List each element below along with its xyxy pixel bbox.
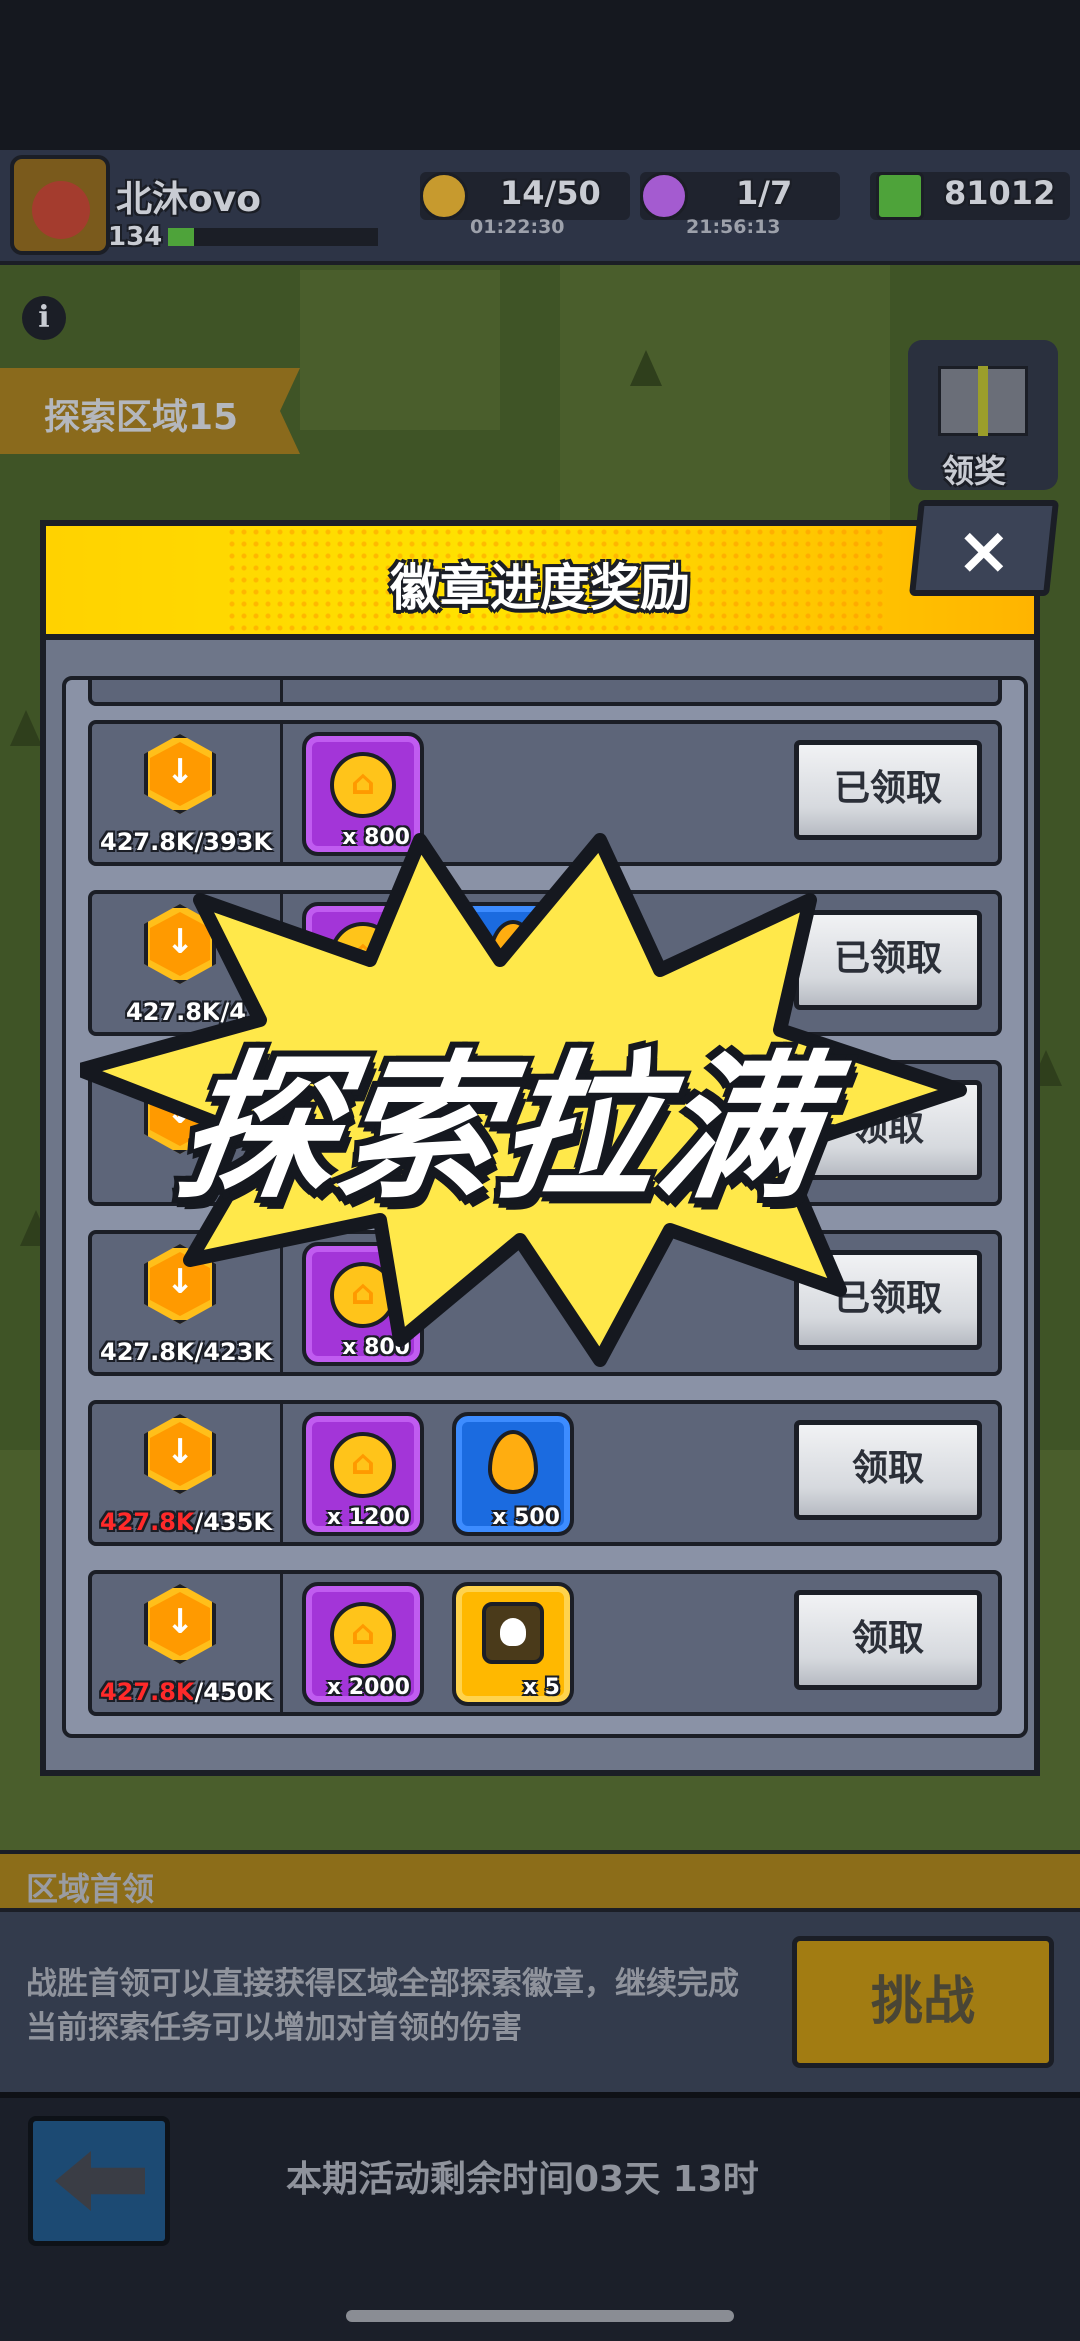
player-avatar[interactable]	[10, 155, 110, 255]
event-remaining-time: 本期活动剩余时间03天 13时	[286, 2159, 759, 2200]
dialog-title: 徽章进度奖励	[390, 559, 690, 617]
reward-item[interactable]: ⌂ x 2000	[302, 1582, 424, 1706]
back-button[interactable]	[28, 2116, 170, 2246]
reward-item[interactable]: x 500	[452, 1412, 574, 1536]
claim-button[interactable]: 领取	[794, 1420, 982, 1520]
reward-item[interactable]: ⌂ x 1200	[302, 1412, 424, 1536]
coin-icon: ⌂	[330, 1432, 396, 1498]
progress-current: 427.8K	[100, 1508, 195, 1536]
player-level: 134	[108, 222, 163, 252]
potion-timer: 21:56:13	[686, 216, 781, 238]
reward-row: ↓ 427.8K/450K ⌂ x 2000 x 5 领取	[88, 1570, 1002, 1716]
drop-icon	[488, 1430, 538, 1494]
coin-icon: ⌂	[330, 752, 396, 818]
gift-label: 领奖	[942, 452, 1007, 490]
overlay-banner-text: 探索拉满	[167, 1037, 833, 1221]
reward-quantity: x 2000	[326, 1675, 410, 1700]
level-progress-bar	[168, 228, 378, 246]
close-button[interactable]: ×	[908, 500, 1060, 596]
reward-quantity: x 1200	[326, 1505, 410, 1530]
close-icon: ×	[956, 512, 1012, 589]
progress-target: /450K	[194, 1678, 272, 1706]
first-leader-title: 区域首领	[26, 1870, 155, 1908]
first-leader-description: 战胜首领可以直接获得区域全部探索徽章，继续完成当前探索任务可以增加对首领的伤害	[26, 1966, 739, 2046]
coin-icon: ⌂	[330, 1602, 396, 1668]
reward-quantity: x 500	[492, 1505, 560, 1530]
dialog-header: 徽章进度奖励	[46, 526, 1034, 640]
area-tag: 探索区域15	[0, 368, 300, 454]
challenge-button[interactable]: 挑战	[792, 1936, 1054, 2068]
potion-icon	[640, 172, 688, 220]
energy-value: 14/50	[500, 174, 601, 212]
area-label: 探索区域15	[44, 397, 239, 438]
energy-icon	[420, 172, 468, 220]
badge-progress: 427.8K/435K	[92, 1508, 280, 1536]
claim-button[interactable]: 领取	[794, 1590, 982, 1690]
player-name: 北沐ovo	[116, 179, 261, 220]
progress-current: 427.8K	[100, 1678, 195, 1706]
potion-value: 1/7	[736, 174, 793, 212]
gems-value: 81012	[944, 174, 1056, 212]
progress-target: /435K	[194, 1508, 272, 1536]
first-leader-header: 区域首领	[0, 1850, 1080, 1912]
back-arrow-icon	[55, 2151, 145, 2211]
energy-timer: 01:22:30	[470, 216, 565, 238]
skull-icon	[482, 1602, 544, 1664]
reward-item[interactable]: x 5	[452, 1582, 574, 1706]
reward-row: ↓ 427.8K/435K ⌂ x 1200 x 500 领取	[88, 1400, 1002, 1546]
home-indicator[interactable]	[346, 2310, 734, 2322]
badge-progress: 427.8K/450K	[92, 1678, 280, 1706]
info-icon[interactable]: i	[22, 296, 66, 340]
gem-icon	[876, 172, 924, 220]
reward-quantity: x 5	[522, 1675, 560, 1700]
reward-row-partial	[88, 680, 1002, 706]
